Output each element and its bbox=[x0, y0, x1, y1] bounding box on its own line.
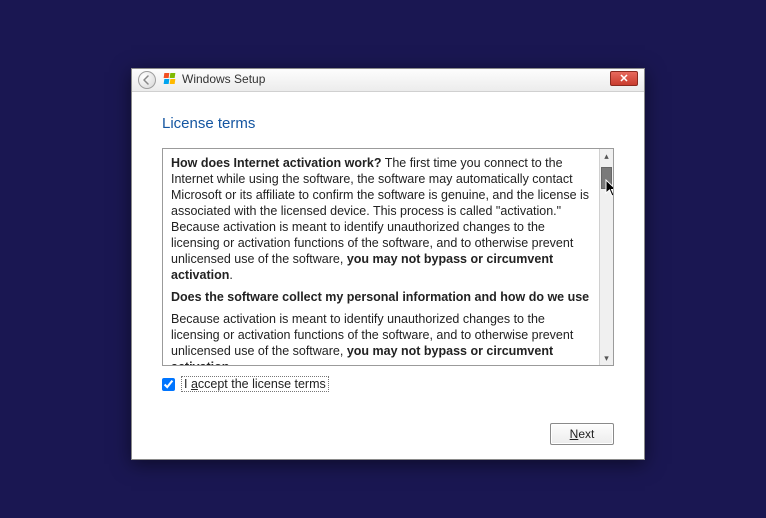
eula-punct: . bbox=[229, 268, 232, 282]
back-button[interactable] bbox=[138, 71, 156, 89]
arrow-left-icon bbox=[142, 75, 152, 85]
dialog-body: License terms How does Internet activati… bbox=[132, 91, 644, 459]
accept-label[interactable]: I accept the license terms bbox=[181, 376, 329, 392]
setup-dialog: Windows Setup ✕ License terms How does I… bbox=[131, 68, 645, 460]
scroll-thumb[interactable] bbox=[601, 167, 612, 189]
eula-body: The first time you connect to the Intern… bbox=[171, 156, 589, 266]
accept-label-pre: I bbox=[184, 377, 191, 391]
eula-scrollbar[interactable]: ▴ ▾ bbox=[599, 149, 613, 365]
accept-label-hotkey: a bbox=[191, 377, 198, 391]
scroll-down-button[interactable]: ▾ bbox=[600, 351, 613, 365]
titlebar: Windows Setup ✕ bbox=[132, 69, 644, 92]
eula-paragraph: Because activation is meant to identify … bbox=[171, 311, 591, 365]
close-button[interactable]: ✕ bbox=[610, 71, 638, 86]
license-text-viewport[interactable]: How does Internet activation work? The f… bbox=[163, 149, 599, 365]
license-text-box: How does Internet activation work? The f… bbox=[162, 148, 614, 366]
accept-checkbox[interactable] bbox=[162, 378, 175, 391]
scroll-up-button[interactable]: ▴ bbox=[600, 149, 613, 163]
eula-lead: How does Internet activation work? bbox=[171, 156, 381, 170]
dialog-footer: Next bbox=[550, 423, 614, 445]
accept-row: I accept the license terms bbox=[162, 376, 614, 392]
window-title: Windows Setup bbox=[182, 72, 265, 86]
eula-paragraph: Does the software collect my personal in… bbox=[171, 289, 591, 305]
next-button[interactable]: Next bbox=[550, 423, 614, 445]
eula-lead: Does the software collect my personal in… bbox=[171, 290, 589, 304]
close-icon: ✕ bbox=[619, 73, 628, 85]
page-heading: License terms bbox=[162, 115, 614, 132]
eula-paragraph: How does Internet activation work? The f… bbox=[171, 155, 591, 283]
next-label-post: ext bbox=[578, 427, 594, 441]
accept-label-post: ccept the license terms bbox=[198, 377, 326, 391]
eula-punct: . bbox=[229, 360, 232, 365]
windows-logo-icon bbox=[164, 73, 178, 87]
